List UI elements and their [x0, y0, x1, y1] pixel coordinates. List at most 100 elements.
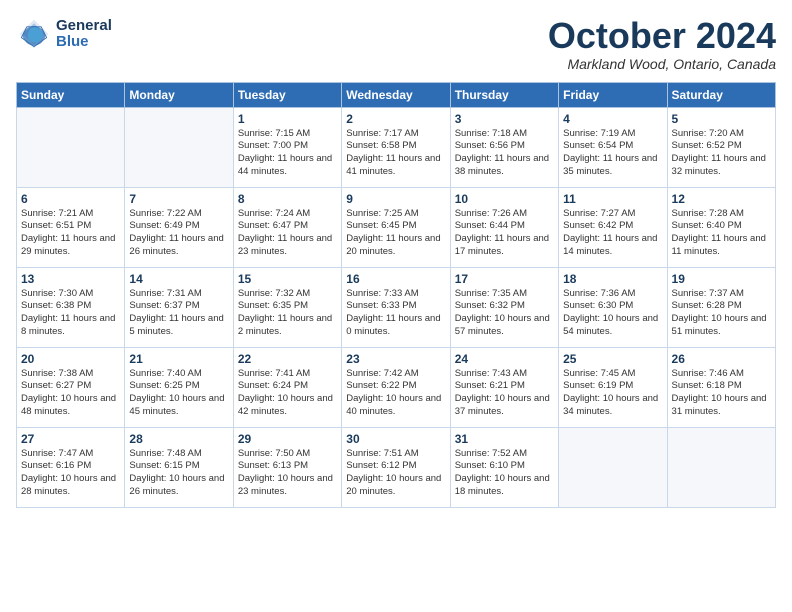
day-info: Sunrise: 7:35 AM Sunset: 6:32 PM Dayligh…: [455, 288, 554, 339]
weekday-header-saturday: Saturday: [667, 82, 775, 107]
day-number: 28: [129, 432, 228, 446]
logo-icon: [16, 16, 52, 52]
weekday-header-thursday: Thursday: [450, 82, 558, 107]
day-info: Sunrise: 7:36 AM Sunset: 6:30 PM Dayligh…: [563, 288, 662, 339]
day-info: Sunrise: 7:50 AM Sunset: 6:13 PM Dayligh…: [238, 448, 337, 499]
month-title: October 2024: [548, 16, 776, 56]
day-info: Sunrise: 7:42 AM Sunset: 6:22 PM Dayligh…: [346, 368, 445, 419]
day-number: 13: [21, 272, 120, 286]
day-number: 20: [21, 352, 120, 366]
weekday-header-row: SundayMondayTuesdayWednesdayThursdayFrid…: [17, 82, 776, 107]
day-info: Sunrise: 7:43 AM Sunset: 6:21 PM Dayligh…: [455, 368, 554, 419]
calendar-cell: 3 Sunrise: 7:18 AM Sunset: 6:56 PM Daylig…: [450, 107, 558, 187]
day-number: 10: [455, 192, 554, 206]
day-number: 6: [21, 192, 120, 206]
calendar-cell: [125, 107, 233, 187]
weekday-header-tuesday: Tuesday: [233, 82, 341, 107]
calendar-cell: 9Sunrise: 7:25 AM Sunset: 6:45 PM Daylig…: [342, 187, 450, 267]
calendar-week-row: 6 Sunrise: 7:21 AM Sunset: 6:51 PM Daylig…: [17, 187, 776, 267]
day-number: 3: [455, 112, 554, 126]
day-info: Sunrise: 7:30 AM Sunset: 6:38 PM Dayligh…: [21, 288, 120, 339]
calendar-cell: 16Sunrise: 7:33 AM Sunset: 6:33 PM Dayli…: [342, 267, 450, 347]
calendar-cell: 4 Sunrise: 7:19 AM Sunset: 6:54 PM Daylig…: [559, 107, 667, 187]
day-info: Sunrise: 7:32 AM Sunset: 6:35 PM Dayligh…: [238, 288, 337, 339]
calendar-cell: 12 Sunrise: 7:28 AM Sunset: 6:40 PM Dayli…: [667, 187, 775, 267]
day-number: 4: [563, 112, 662, 126]
day-number: 1: [238, 112, 337, 126]
calendar-cell: [667, 427, 775, 507]
day-number: 11: [563, 192, 662, 206]
day-number: 29: [238, 432, 337, 446]
day-info: Sunrise: 7:38 AM Sunset: 6:27 PM Dayligh…: [21, 368, 120, 419]
calendar-cell: 13 Sunrise: 7:30 AM Sunset: 6:38 PM Dayli…: [17, 267, 125, 347]
day-number: 14: [129, 272, 228, 286]
calendar-cell: 21 Sunrise: 7:40 AM Sunset: 6:25 PM Dayli…: [125, 347, 233, 427]
day-info: Sunrise: 7:28 AM Sunset: 6:40 PM Dayligh…: [672, 208, 771, 259]
calendar-week-row: 20 Sunrise: 7:38 AM Sunset: 6:27 PM Dayli…: [17, 347, 776, 427]
day-info: Sunrise: 7:27 AM Sunset: 6:42 PM Dayligh…: [563, 208, 662, 259]
day-info: Sunrise: 7:46 AM Sunset: 6:18 PM Dayligh…: [672, 368, 771, 419]
weekday-header-friday: Friday: [559, 82, 667, 107]
day-number: 26: [672, 352, 771, 366]
calendar-week-row: 1 Sunrise: 7:15 AM Sunset: 7:00 PM Daylig…: [17, 107, 776, 187]
day-number: 7: [129, 192, 228, 206]
calendar-cell: 17 Sunrise: 7:35 AM Sunset: 6:32 PM Dayli…: [450, 267, 558, 347]
day-number: 5: [672, 112, 771, 126]
day-number: 12: [672, 192, 771, 206]
logo: General Blue: [16, 16, 112, 52]
day-info: Sunrise: 7:21 AM Sunset: 6:51 PM Dayligh…: [21, 208, 120, 259]
calendar-cell: 19 Sunrise: 7:37 AM Sunset: 6:28 PM Dayli…: [667, 267, 775, 347]
day-info: Sunrise: 7:40 AM Sunset: 6:25 PM Dayligh…: [129, 368, 228, 419]
day-number: 15: [238, 272, 337, 286]
weekday-header-sunday: Sunday: [17, 82, 125, 107]
calendar-cell: 27Sunrise: 7:47 AM Sunset: 6:16 PM Dayli…: [17, 427, 125, 507]
day-number: 18: [563, 272, 662, 286]
logo-text: General Blue: [56, 18, 112, 51]
page-header: General Blue October 2024 Markland Wood,…: [16, 16, 776, 72]
calendar-cell: 20 Sunrise: 7:38 AM Sunset: 6:27 PM Dayli…: [17, 347, 125, 427]
calendar-cell: 10 Sunrise: 7:26 AM Sunset: 6:44 PM Dayli…: [450, 187, 558, 267]
title-block: October 2024 Markland Wood, Ontario, Can…: [548, 16, 776, 72]
day-info: Sunrise: 7:45 AM Sunset: 6:19 PM Dayligh…: [563, 368, 662, 419]
day-info: Sunrise: 7:15 AM Sunset: 7:00 PM Dayligh…: [238, 128, 337, 179]
location: Markland Wood, Ontario, Canada: [548, 56, 776, 72]
calendar-week-row: 13 Sunrise: 7:30 AM Sunset: 6:38 PM Dayli…: [17, 267, 776, 347]
day-info: Sunrise: 7:22 AM Sunset: 6:49 PM Dayligh…: [129, 208, 228, 259]
day-number: 23: [346, 352, 445, 366]
calendar-cell: 30Sunrise: 7:51 AM Sunset: 6:12 PM Dayli…: [342, 427, 450, 507]
day-info: Sunrise: 7:17 AM Sunset: 6:58 PM Dayligh…: [346, 128, 445, 179]
day-info: Sunrise: 7:18 AM Sunset: 6:56 PM Dayligh…: [455, 128, 554, 179]
day-number: 16: [346, 272, 445, 286]
calendar-cell: 23 Sunrise: 7:42 AM Sunset: 6:22 PM Dayli…: [342, 347, 450, 427]
day-number: 17: [455, 272, 554, 286]
day-info: Sunrise: 7:37 AM Sunset: 6:28 PM Dayligh…: [672, 288, 771, 339]
day-number: 2: [346, 112, 445, 126]
calendar-cell: 15 Sunrise: 7:32 AM Sunset: 6:35 PM Dayli…: [233, 267, 341, 347]
day-info: Sunrise: 7:47 AM Sunset: 6:16 PM Dayligh…: [21, 448, 120, 499]
calendar-cell: 31Sunrise: 7:52 AM Sunset: 6:10 PM Dayli…: [450, 427, 558, 507]
day-info: Sunrise: 7:20 AM Sunset: 6:52 PM Dayligh…: [672, 128, 771, 179]
calendar-cell: 6 Sunrise: 7:21 AM Sunset: 6:51 PM Daylig…: [17, 187, 125, 267]
calendar-cell: 18 Sunrise: 7:36 AM Sunset: 6:30 PM Dayli…: [559, 267, 667, 347]
day-number: 19: [672, 272, 771, 286]
calendar-cell: 5 Sunrise: 7:20 AM Sunset: 6:52 PM Daylig…: [667, 107, 775, 187]
calendar-cell: [559, 427, 667, 507]
calendar-cell: 29 Sunrise: 7:50 AM Sunset: 6:13 PM Dayli…: [233, 427, 341, 507]
calendar-cell: 25Sunrise: 7:45 AM Sunset: 6:19 PM Dayli…: [559, 347, 667, 427]
calendar-cell: 24Sunrise: 7:43 AM Sunset: 6:21 PM Dayli…: [450, 347, 558, 427]
day-number: 21: [129, 352, 228, 366]
calendar-table: SundayMondayTuesdayWednesdayThursdayFrid…: [16, 82, 776, 508]
day-info: Sunrise: 7:26 AM Sunset: 6:44 PM Dayligh…: [455, 208, 554, 259]
weekday-header-monday: Monday: [125, 82, 233, 107]
day-number: 9: [346, 192, 445, 206]
calendar-cell: 7 Sunrise: 7:22 AM Sunset: 6:49 PM Daylig…: [125, 187, 233, 267]
day-info: Sunrise: 7:51 AM Sunset: 6:12 PM Dayligh…: [346, 448, 445, 499]
day-number: 8: [238, 192, 337, 206]
calendar-cell: 1 Sunrise: 7:15 AM Sunset: 7:00 PM Daylig…: [233, 107, 341, 187]
calendar-cell: [17, 107, 125, 187]
calendar-cell: 2 Sunrise: 7:17 AM Sunset: 6:58 PM Daylig…: [342, 107, 450, 187]
calendar-cell: 14Sunrise: 7:31 AM Sunset: 6:37 PM Dayli…: [125, 267, 233, 347]
calendar-cell: 22Sunrise: 7:41 AM Sunset: 6:24 PM Dayli…: [233, 347, 341, 427]
day-info: Sunrise: 7:19 AM Sunset: 6:54 PM Dayligh…: [563, 128, 662, 179]
day-info: Sunrise: 7:52 AM Sunset: 6:10 PM Dayligh…: [455, 448, 554, 499]
